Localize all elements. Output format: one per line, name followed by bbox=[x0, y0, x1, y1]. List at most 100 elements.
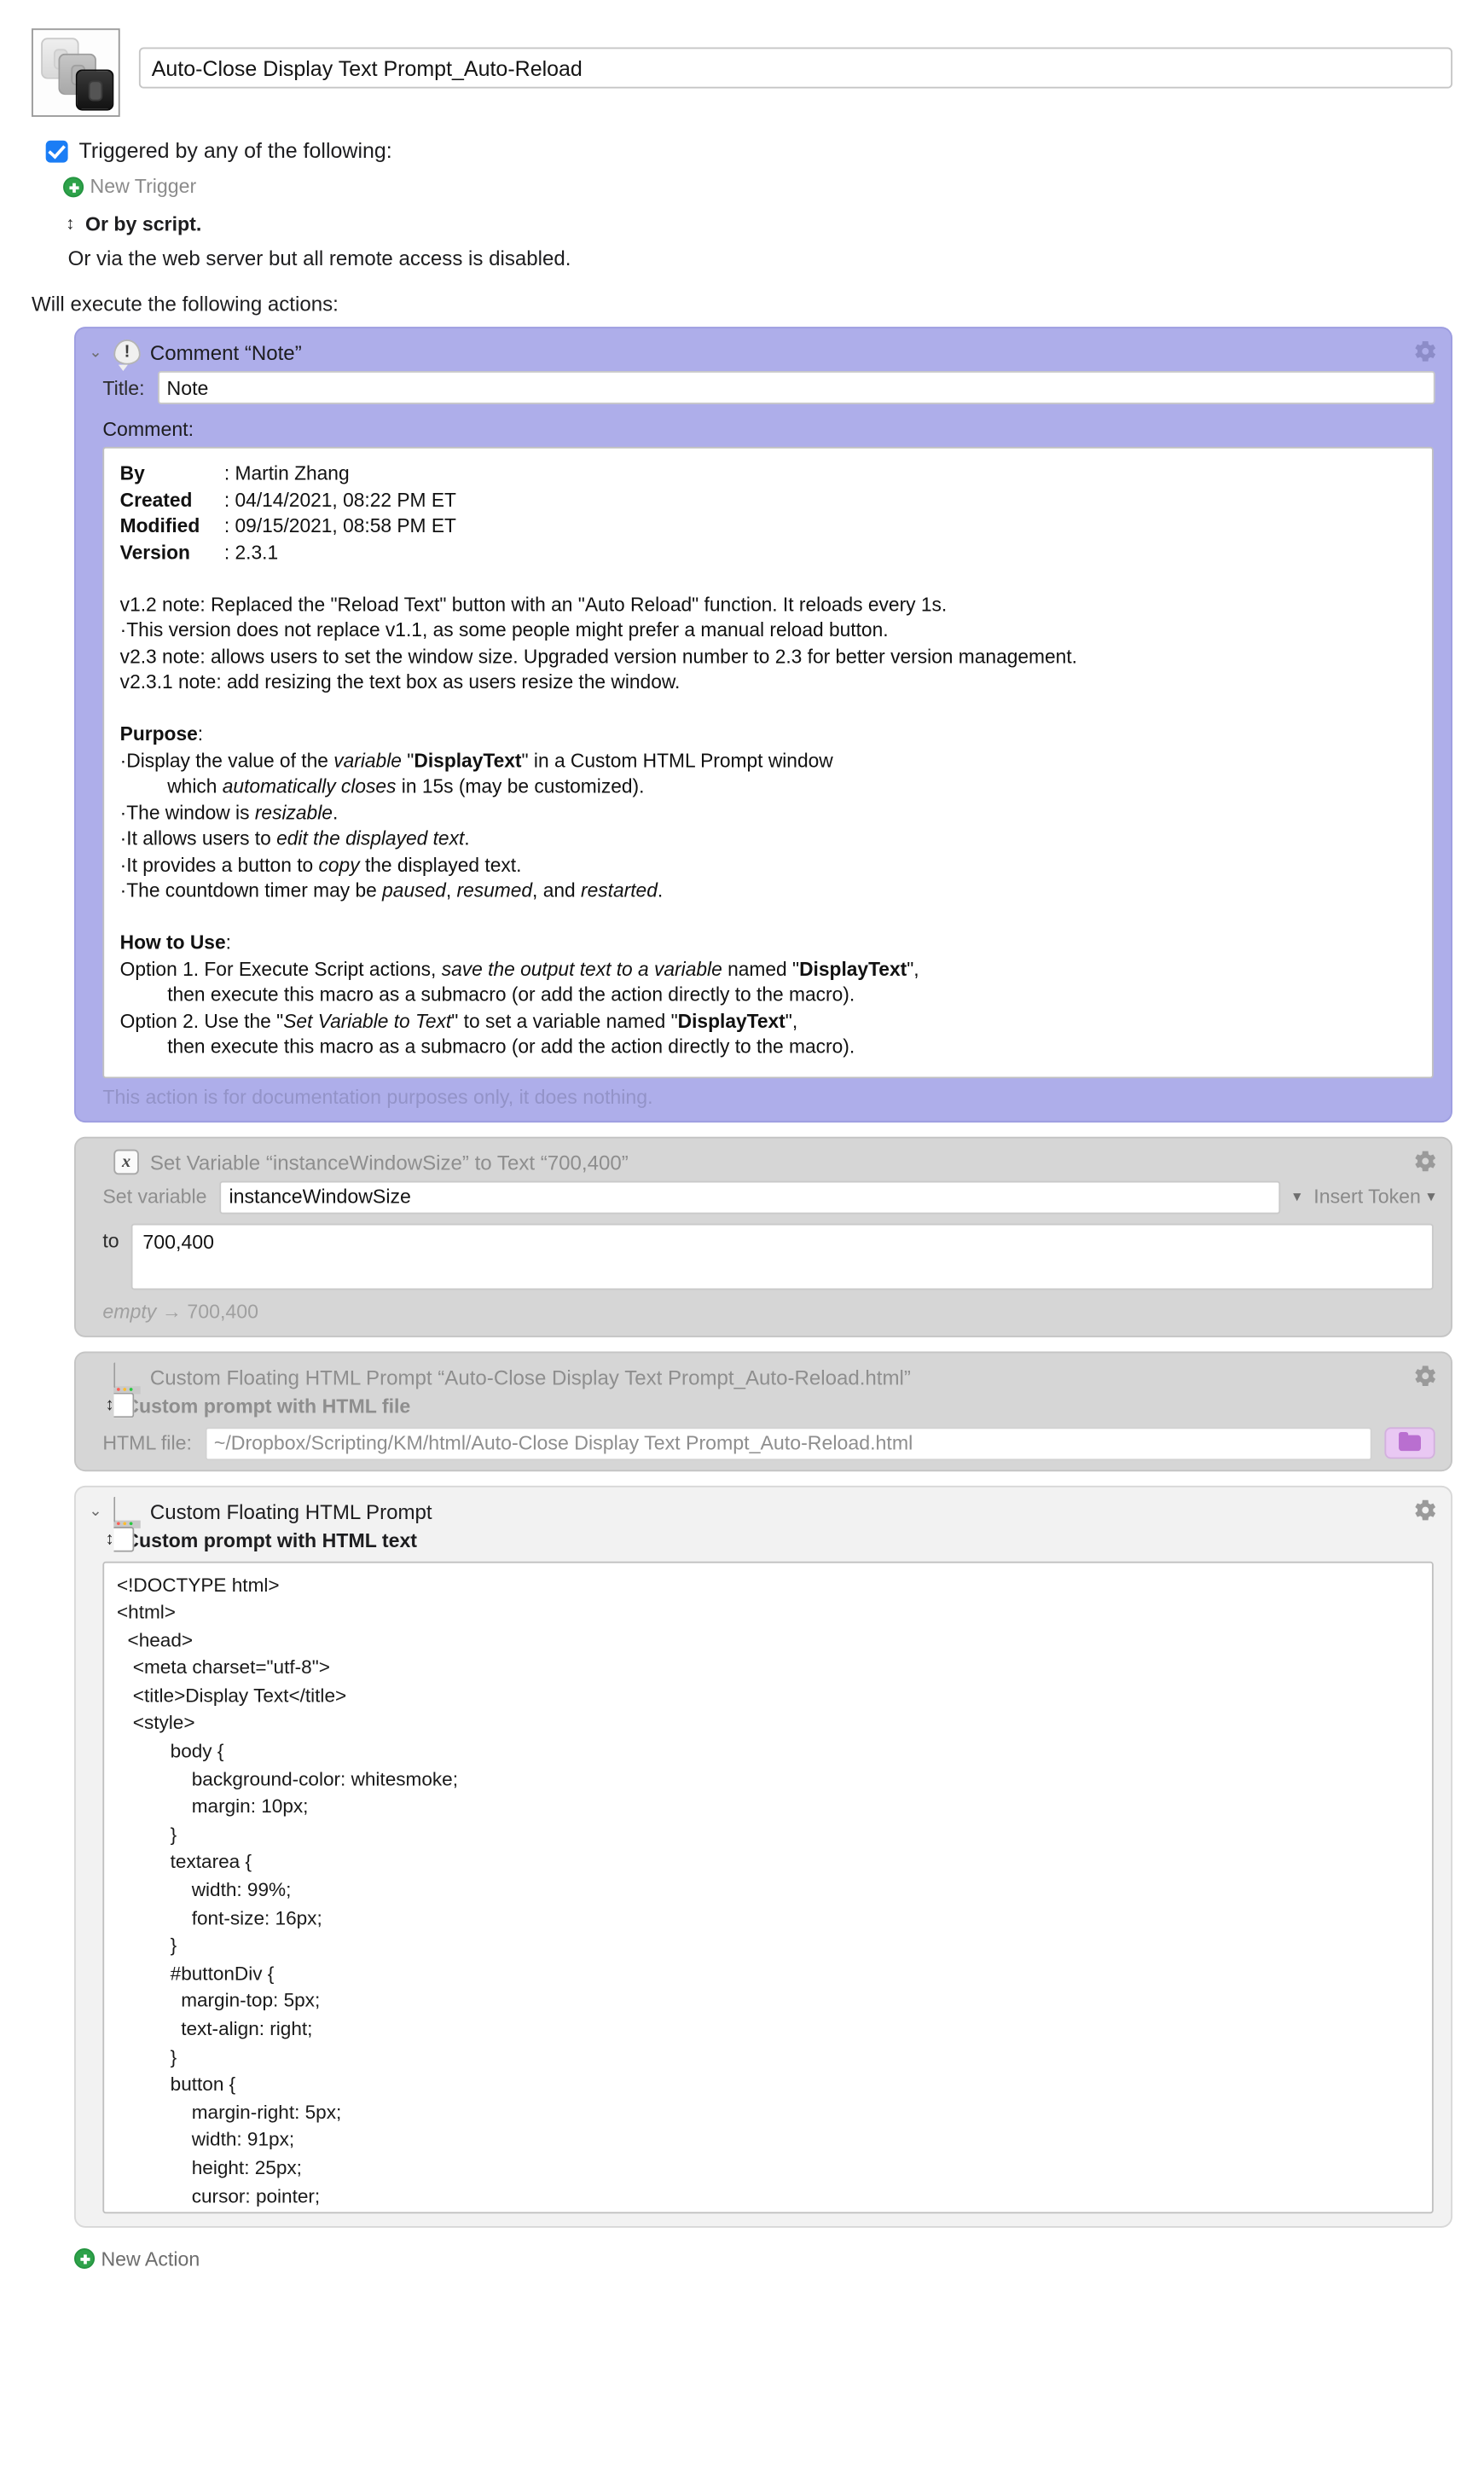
comment-bubble-icon: ! bbox=[113, 339, 141, 365]
variable-name-value: instanceWindowSize bbox=[229, 1186, 411, 1209]
trigger-enable-row[interactable]: Triggered by any of the following: bbox=[45, 138, 1452, 163]
comment-meta-row: By : Martin Zhang bbox=[120, 461, 1417, 488]
insert-token-button[interactable]: Insert Token ▾ bbox=[1313, 1186, 1435, 1208]
status-after: 700,400 bbox=[187, 1300, 259, 1323]
comment-body-label: Comment: bbox=[102, 418, 194, 441]
action-set-variable-header[interactable]: x Set Variable “instanceWindowSize” to T… bbox=[76, 1138, 1451, 1180]
html-source-textarea[interactable]: <!DOCTYPE html> <html> <head> <meta char… bbox=[102, 1560, 1434, 2213]
new-action-button[interactable]: New Action bbox=[0, 2241, 1484, 2270]
comment-title-value: Note bbox=[166, 376, 209, 399]
html-file-subtype-dropdown[interactable]: ↕ Custom prompt with HTML file bbox=[76, 1395, 1451, 1426]
actions-list: ⌄ ! Comment “Note” Title: Note Comment: … bbox=[0, 316, 1484, 2227]
action-html-text-prompt[interactable]: ⌄ Custom Floating HTML Prompt ↕ Custom p… bbox=[74, 1484, 1453, 2227]
comment-howto-line: Option 1. For Execute Script actions, sa… bbox=[119, 957, 919, 980]
comment-meta-row: Version : 2.3.1 bbox=[120, 539, 1417, 565]
html-file-label: HTML file: bbox=[102, 1431, 192, 1454]
set-variable-value-row: to 700,400 bbox=[76, 1222, 1451, 1301]
triggers-section: Triggered by any of the following: New T… bbox=[0, 117, 1484, 270]
macro-name-value: Auto-Close Display Text Prompt_Auto-Relo… bbox=[151, 55, 583, 80]
gear-icon[interactable] bbox=[1412, 1147, 1438, 1174]
comment-meta-value: : 04/14/2021, 08:22 PM ET bbox=[223, 488, 456, 511]
keyboard-keys-stack-icon[interactable] bbox=[32, 28, 120, 117]
set-variable-status: empty → 700,400 bbox=[76, 1300, 1451, 1335]
folder-picker-button[interactable] bbox=[1384, 1427, 1435, 1459]
new-trigger-label: New Trigger bbox=[90, 175, 197, 198]
trigger-enable-label: Triggered by any of the following: bbox=[78, 138, 392, 163]
set-variable-row: Set variable instanceWindowSize ▾ Insert… bbox=[76, 1180, 1451, 1223]
comment-meta-row: Created : 04/14/2021, 08:22 PM ET bbox=[120, 487, 1417, 513]
updown-chevron-icon: ↕ bbox=[66, 213, 75, 234]
comment-purpose-line: ·Display the value of the variable "Disp… bbox=[119, 749, 833, 772]
comment-footnote: This action is for documentation purpose… bbox=[102, 1085, 653, 1108]
macro-header: Auto-Close Display Text Prompt_Auto-Relo… bbox=[0, 0, 1484, 117]
or-by-script-row[interactable]: ↕ Or by script. bbox=[63, 213, 1452, 235]
new-action-label: New Action bbox=[101, 2247, 200, 2270]
plus-circle-icon bbox=[74, 2247, 96, 2270]
variable-x-icon: x bbox=[113, 1148, 139, 1174]
comment-title-label: Title: bbox=[102, 376, 145, 399]
action-comment-header[interactable]: ⌄ ! Comment “Note” bbox=[76, 328, 1451, 371]
html-text-subtype-dropdown[interactable]: ↕ Custom prompt with HTML text bbox=[76, 1529, 1451, 1561]
html-file-subtype-label: Custom prompt with HTML file bbox=[125, 1395, 411, 1418]
comment-meta-key: By bbox=[119, 462, 145, 485]
gear-icon[interactable] bbox=[1412, 1362, 1438, 1389]
comment-meta-value: : 2.3.1 bbox=[223, 541, 279, 563]
folder-icon bbox=[1399, 1431, 1421, 1452]
comment-purpose-line: ·It provides a button to copy the displa… bbox=[119, 853, 522, 876]
macro-name-input[interactable]: Auto-Close Display Text Prompt_Auto-Relo… bbox=[138, 47, 1453, 89]
comment-howto-line: then execute this macro as a submacro (o… bbox=[167, 983, 855, 1006]
chevron-down-icon[interactable]: ⌄ bbox=[87, 1502, 104, 1519]
status-before: empty bbox=[102, 1300, 157, 1323]
set-variable-label: Set variable bbox=[102, 1186, 207, 1209]
comment-note-line: v2.3 note: allows users to set the windo… bbox=[119, 645, 1077, 668]
insert-token-label: Insert Token bbox=[1313, 1186, 1421, 1209]
html-text-subtype-label: Custom prompt with HTML text bbox=[125, 1528, 418, 1551]
comment-purpose-line: ·The window is resizable. bbox=[119, 801, 339, 824]
action-html-file-header[interactable]: Custom Floating HTML Prompt “Auto-Close … bbox=[76, 1352, 1451, 1418]
action-html-text-header[interactable]: ⌄ Custom Floating HTML Prompt bbox=[76, 1487, 1451, 1551]
comment-note-line: v2.3.1 note: add resizing the text box a… bbox=[119, 670, 681, 693]
variable-name-input[interactable]: instanceWindowSize bbox=[219, 1180, 1281, 1214]
comment-metadata: By : Martin Zhang Created : 04/14/2021, 08:… bbox=[120, 461, 1417, 565]
comment-body-textarea[interactable]: By : Martin Zhang Created : 04/14/2021, 08:… bbox=[102, 446, 1434, 1078]
chevron-down-icon[interactable]: ▾ bbox=[1293, 1188, 1301, 1205]
new-trigger-button[interactable]: New Trigger bbox=[63, 175, 1452, 197]
trigger-enabled-checkbox[interactable] bbox=[45, 139, 68, 162]
chevron-down-icon: ▾ bbox=[1427, 1187, 1435, 1206]
comment-meta-key: Created bbox=[119, 488, 193, 511]
gear-icon[interactable] bbox=[1412, 338, 1438, 364]
comment-title-row: Title: Note bbox=[76, 371, 1451, 414]
comment-version-notes: v1.2 note: Replaced the "Reload Text" bu… bbox=[120, 591, 1417, 695]
or-by-script-label: Or by script. bbox=[84, 212, 202, 235]
comment-note-line: ·This version does not replace v1.1, as … bbox=[119, 618, 889, 641]
comment-purpose-line: ·The countdown timer may be paused, resu… bbox=[119, 879, 664, 902]
html-file-path-value: ~/Dropbox/Scripting/KM/html/Auto-Close D… bbox=[213, 1431, 913, 1454]
comment-meta-key: Modified bbox=[119, 514, 200, 537]
keyboard-maestro-macro-editor: Auto-Close Display Text Prompt_Auto-Relo… bbox=[0, 0, 1484, 2482]
chevron-down-icon[interactable]: ⌄ bbox=[87, 345, 104, 362]
comment-meta-value: : 09/15/2021, 08:58 PM ET bbox=[223, 514, 456, 537]
action-set-variable[interactable]: x Set Variable “instanceWindowSize” to T… bbox=[74, 1135, 1453, 1337]
variable-value: 700,400 bbox=[142, 1230, 215, 1253]
comment-title-input[interactable]: Note bbox=[157, 371, 1435, 404]
web-server-note: Or via the web server but all remote acc… bbox=[67, 246, 571, 270]
action-set-variable-title: Set Variable “instanceWindowSize” to Tex… bbox=[149, 1150, 629, 1174]
variable-value-textarea[interactable]: 700,400 bbox=[131, 1222, 1434, 1290]
gear-icon[interactable] bbox=[1412, 1496, 1438, 1522]
status-arrow: → bbox=[161, 1300, 182, 1323]
comment-howto-lines: Option 1. For Execute Script actions, sa… bbox=[120, 956, 1417, 1060]
action-comment[interactable]: ⌄ ! Comment “Note” Title: Note Comment: … bbox=[74, 327, 1453, 1122]
comment-meta-value: : Martin Zhang bbox=[223, 462, 350, 485]
action-html-file-prompt[interactable]: Custom Floating HTML Prompt “Auto-Close … bbox=[74, 1350, 1453, 1471]
to-label: to bbox=[102, 1229, 119, 1251]
comment-howto-heading: How to Use bbox=[119, 931, 226, 954]
html-file-path-input[interactable]: ~/Dropbox/Scripting/KM/html/Auto-Close D… bbox=[204, 1426, 1372, 1460]
comment-meta-row: Modified : 09/15/2021, 08:58 PM ET bbox=[120, 513, 1417, 540]
html-file-row: HTML file: ~/Dropbox/Scripting/KM/html/A… bbox=[76, 1426, 1451, 1469]
comment-purpose-line: ·It allows users to edit the displayed t… bbox=[119, 826, 470, 850]
action-comment-title: Comment “Note” bbox=[149, 340, 302, 365]
comment-meta-key: Version bbox=[119, 541, 190, 563]
actions-header: Will execute the following actions: bbox=[32, 292, 339, 316]
action-html-file-title: Custom Floating HTML Prompt “Auto-Close … bbox=[149, 1365, 911, 1389]
comment-purpose-lines: ·Display the value of the variable "Disp… bbox=[120, 747, 1417, 903]
